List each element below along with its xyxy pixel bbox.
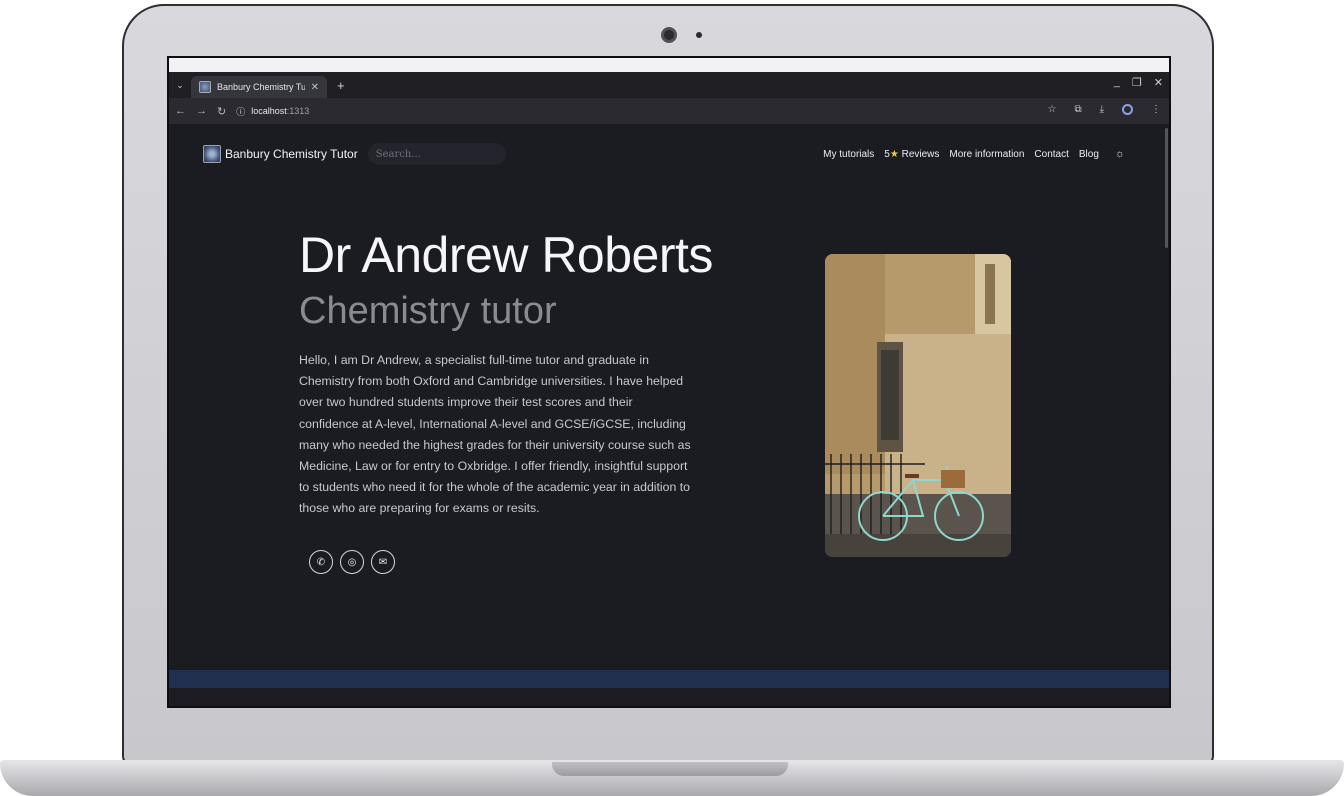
tab-close-icon[interactable]: ✕ xyxy=(311,82,319,93)
site-info-icon[interactable]: ⓘ xyxy=(236,105,245,118)
address-bar[interactable]: ⓘ localhost:1313 xyxy=(236,105,309,118)
downloads-icon[interactable]: ⤓ xyxy=(1100,104,1104,115)
webcam-light xyxy=(696,32,702,38)
social-links: ✆ ◎ ✉ xyxy=(309,550,395,574)
reload-button[interactable]: ↻ xyxy=(217,105,226,118)
nav-link-reviews[interactable]: 5★ Reviews xyxy=(884,149,939,160)
browser-tab-active[interactable]: Banbury Chemistry Tutor ✕ xyxy=(191,76,327,98)
theme-toggle-sun-icon[interactable]: ☼ xyxy=(1115,148,1125,160)
nav-links: My tutorials 5★ Reviews More information… xyxy=(823,148,1125,160)
favicon-icon xyxy=(199,81,211,93)
laptop-notch xyxy=(552,762,788,776)
profile-avatar-icon[interactable] xyxy=(1122,104,1133,115)
web-page: Banbury Chemistry Tutor My tutorials 5★ … xyxy=(169,124,1169,688)
back-button[interactable]: ← xyxy=(175,105,186,117)
browser-toolbar: ← → ↻ ⓘ localhost:1313 ☆ ⧉ ⤓ ⋮ xyxy=(169,98,1169,124)
url-host: localhost xyxy=(251,106,287,116)
hero-photo-bicycle xyxy=(825,254,1011,557)
star-icon: ★ xyxy=(889,148,899,160)
instagram-icon[interactable]: ◎ xyxy=(340,550,364,574)
tab-search-icon[interactable]: ⌄ xyxy=(169,80,191,91)
scrollbar[interactable] xyxy=(1164,124,1169,688)
window-controls: _ ❐ ✕ xyxy=(1114,76,1163,89)
restore-button[interactable]: ❐ xyxy=(1132,76,1142,89)
browser-menu-icon[interactable]: ⋮ xyxy=(1151,104,1161,115)
url-port: :1313 xyxy=(286,106,310,116)
extensions-icon[interactable]: ⧉ xyxy=(1074,104,1081,115)
forward-button[interactable]: → xyxy=(196,105,207,117)
toolbar-actions: ☆ ⧉ ⤓ ⋮ xyxy=(1047,104,1161,115)
nav-link-blog[interactable]: Blog xyxy=(1079,149,1099,160)
brand-logo-icon xyxy=(203,145,221,163)
webcam xyxy=(661,27,677,43)
hero-title: Dr Andrew Roberts xyxy=(299,227,713,283)
minimize-button[interactable]: _ xyxy=(1114,76,1120,89)
site-brand[interactable]: Banbury Chemistry Tutor xyxy=(203,145,358,163)
scrollbar-thumb[interactable] xyxy=(1165,128,1168,248)
reviews-label: Reviews xyxy=(901,148,940,160)
hero-subtitle: Chemistry tutor xyxy=(299,290,557,332)
email-icon[interactable]: ✉ xyxy=(371,550,395,574)
site-search-input[interactable] xyxy=(367,143,506,165)
nav-link-tutorials[interactable]: My tutorials xyxy=(823,149,874,160)
brand-name: Banbury Chemistry Tutor xyxy=(225,147,358,161)
tab-title: Banbury Chemistry Tutor xyxy=(217,82,305,92)
nav-link-contact[interactable]: Contact xyxy=(1034,149,1068,160)
browser-tabbar: ⌄ Banbury Chemistry Tutor ✕ + _ ❐ ✕ xyxy=(169,72,1169,98)
laptop-screen: ⌄ Banbury Chemistry Tutor ✕ + _ ❐ ✕ ← → … xyxy=(167,56,1171,708)
site-navbar: Banbury Chemistry Tutor My tutorials 5★ … xyxy=(203,142,1125,166)
hero-intro-text: Hello, I am Dr Andrew, a specialist full… xyxy=(299,353,691,516)
new-tab-button[interactable]: + xyxy=(337,78,345,93)
nav-link-more-info[interactable]: More information xyxy=(949,149,1024,160)
bookmark-star-icon[interactable]: ☆ xyxy=(1047,104,1056,115)
whatsapp-icon[interactable]: ✆ xyxy=(309,550,333,574)
screen-bezel-strip xyxy=(169,58,1169,72)
close-window-button[interactable]: ✕ xyxy=(1154,76,1163,89)
photo-illustration xyxy=(825,254,1011,557)
next-section-band xyxy=(169,670,1169,688)
